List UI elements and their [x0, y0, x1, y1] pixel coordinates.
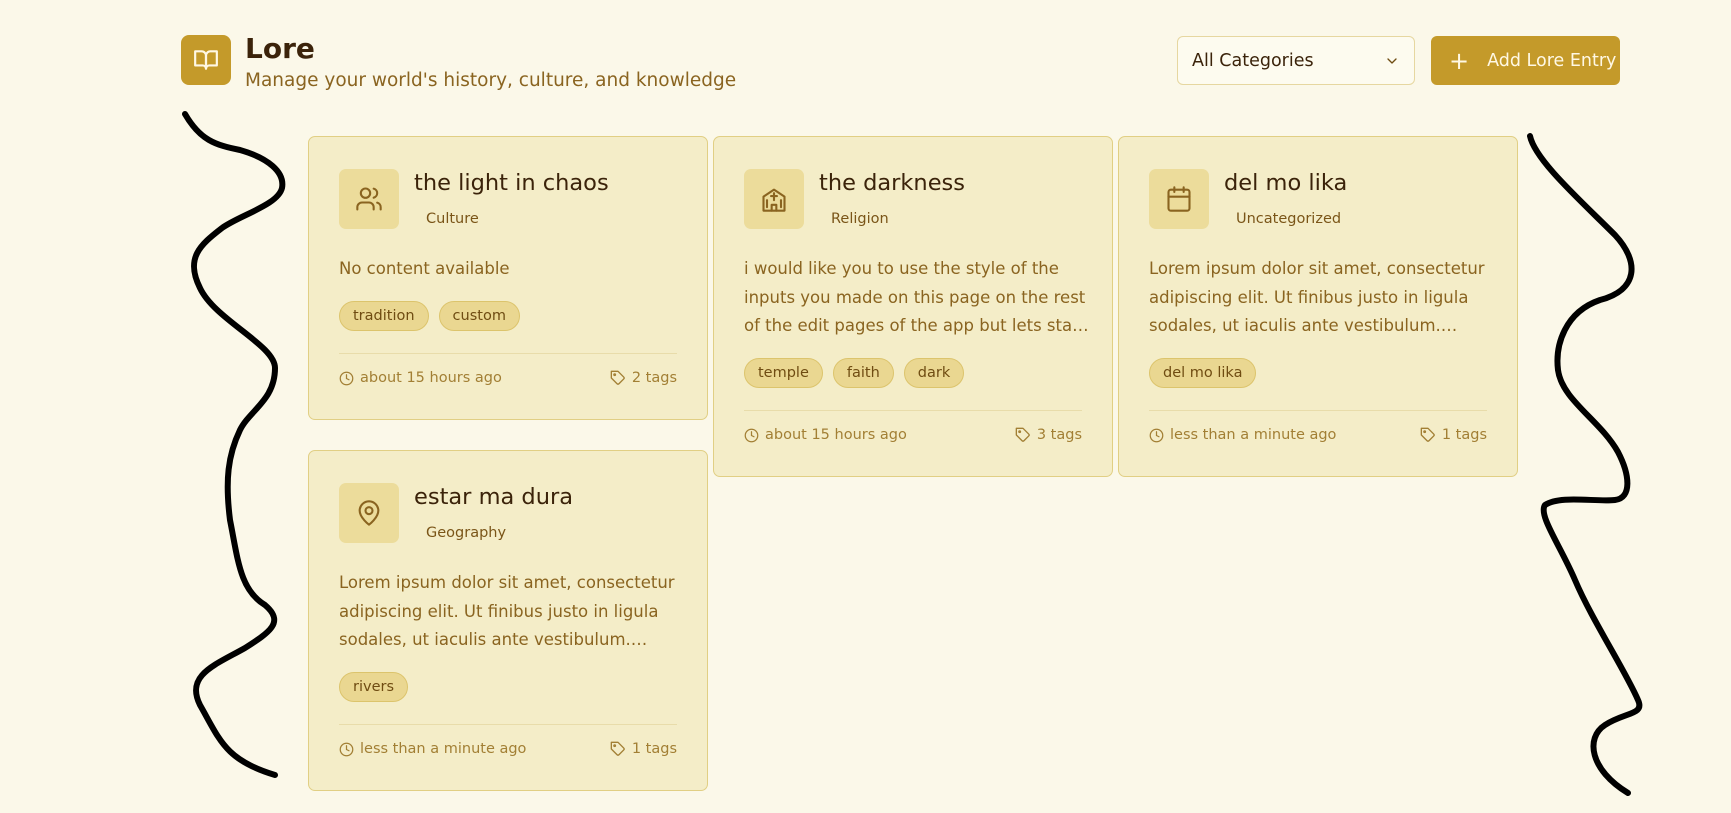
card-content: i would like you to use the style of the… — [744, 259, 1086, 335]
page-header: Lore Manage your world's history, cultur… — [181, 32, 1621, 95]
lore-card[interactable]: del mo lika Uncategorized Lorem ipsum do… — [1118, 136, 1518, 477]
lore-card[interactable]: the darkness Religion i would like you t… — [713, 136, 1113, 477]
card-tag-count: 3 tags — [1036, 427, 1082, 443]
card-divider — [339, 724, 677, 725]
tag-icon — [1420, 427, 1435, 442]
card-footer: about 15 hours ago 2 tags — [339, 370, 677, 386]
card-icon-box — [339, 169, 399, 229]
tag-list: rivers — [339, 672, 409, 702]
category-select-value: All Categories — [1192, 50, 1314, 71]
card-divider — [744, 410, 1082, 411]
card-timestamp: about 15 hours ago — [765, 427, 907, 443]
card-footer: about 15 hours ago 3 tags — [744, 427, 1082, 443]
card-divider — [1149, 410, 1487, 411]
clock-icon — [1149, 428, 1164, 442]
card-footer: less than a minute ago 1 tags — [339, 741, 677, 757]
card-icon-box — [1149, 169, 1209, 229]
page-subtitle: Manage your world's history, culture, an… — [245, 70, 737, 91]
lore-card[interactable]: the light in chaos Culture No content av… — [308, 136, 708, 420]
right-scribble — [1527, 133, 1643, 796]
card-title: the darkness — [819, 170, 965, 196]
card-category: Uncategorized — [1236, 211, 1342, 227]
temple-icon — [762, 188, 786, 212]
tag-list: del mo lika — [1149, 358, 1257, 388]
clock-icon — [744, 428, 759, 442]
tag-chip[interactable]: del mo lika — [1149, 358, 1257, 388]
card-content: Lorem ipsum dolor sit amet, consectetur … — [339, 573, 675, 649]
card-icon-box — [744, 169, 804, 229]
card-category: Religion — [831, 211, 889, 227]
add-lore-entry-button[interactable]: + Add Lore Entry — [1431, 36, 1620, 85]
card-timestamp: about 15 hours ago — [360, 370, 502, 386]
tag-chip[interactable]: temple — [744, 358, 823, 388]
clock-icon — [339, 742, 354, 756]
plus-icon: + — [1449, 46, 1470, 75]
tag-icon — [1015, 427, 1030, 442]
card-title: del mo lika — [1224, 170, 1348, 196]
card-tag-count: 1 tags — [631, 741, 677, 757]
card-title: estar ma dura — [414, 484, 574, 510]
tag-list: tradition custom — [339, 301, 520, 331]
card-timestamp: less than a minute ago — [360, 741, 527, 757]
tag-list: temple faith dark — [744, 358, 965, 388]
card-tag-count: 2 tags — [631, 370, 677, 386]
logo — [181, 35, 231, 85]
add-lore-entry-label: Add Lore Entry — [1487, 50, 1617, 71]
card-content: Lorem ipsum dolor sit amet, consectetur … — [1149, 259, 1485, 335]
card-footer: less than a minute ago 1 tags — [1149, 427, 1487, 443]
tag-chip[interactable]: faith — [832, 358, 894, 388]
card-title: the light in chaos — [414, 170, 609, 196]
users-icon — [356, 187, 382, 211]
card-divider — [339, 353, 677, 354]
book-open-icon — [194, 50, 218, 70]
card-category: Culture — [426, 211, 479, 227]
tag-chip[interactable]: custom — [438, 301, 520, 331]
clock-icon — [339, 371, 354, 385]
tag-chip[interactable]: rivers — [339, 672, 409, 702]
tag-chip[interactable]: tradition — [339, 301, 429, 331]
map-pin-icon — [358, 500, 380, 526]
tag-icon — [610, 741, 625, 756]
page-title: Lore — [245, 32, 315, 65]
card-category: Geography — [426, 525, 507, 541]
card-content: No content available — [339, 259, 510, 278]
card-timestamp: less than a minute ago — [1170, 427, 1337, 443]
card-icon-box — [339, 483, 399, 543]
chevron-down-icon — [1384, 53, 1400, 69]
card-tag-count: 1 tags — [1441, 427, 1487, 443]
tag-icon — [610, 370, 625, 385]
left-scribble — [182, 111, 286, 778]
calendar-icon — [1167, 186, 1191, 212]
lore-card[interactable]: estar ma dura Geography Lorem ipsum dolo… — [308, 450, 708, 791]
tag-chip[interactable]: dark — [903, 358, 965, 388]
category-select[interactable]: All Categories — [1177, 36, 1415, 85]
